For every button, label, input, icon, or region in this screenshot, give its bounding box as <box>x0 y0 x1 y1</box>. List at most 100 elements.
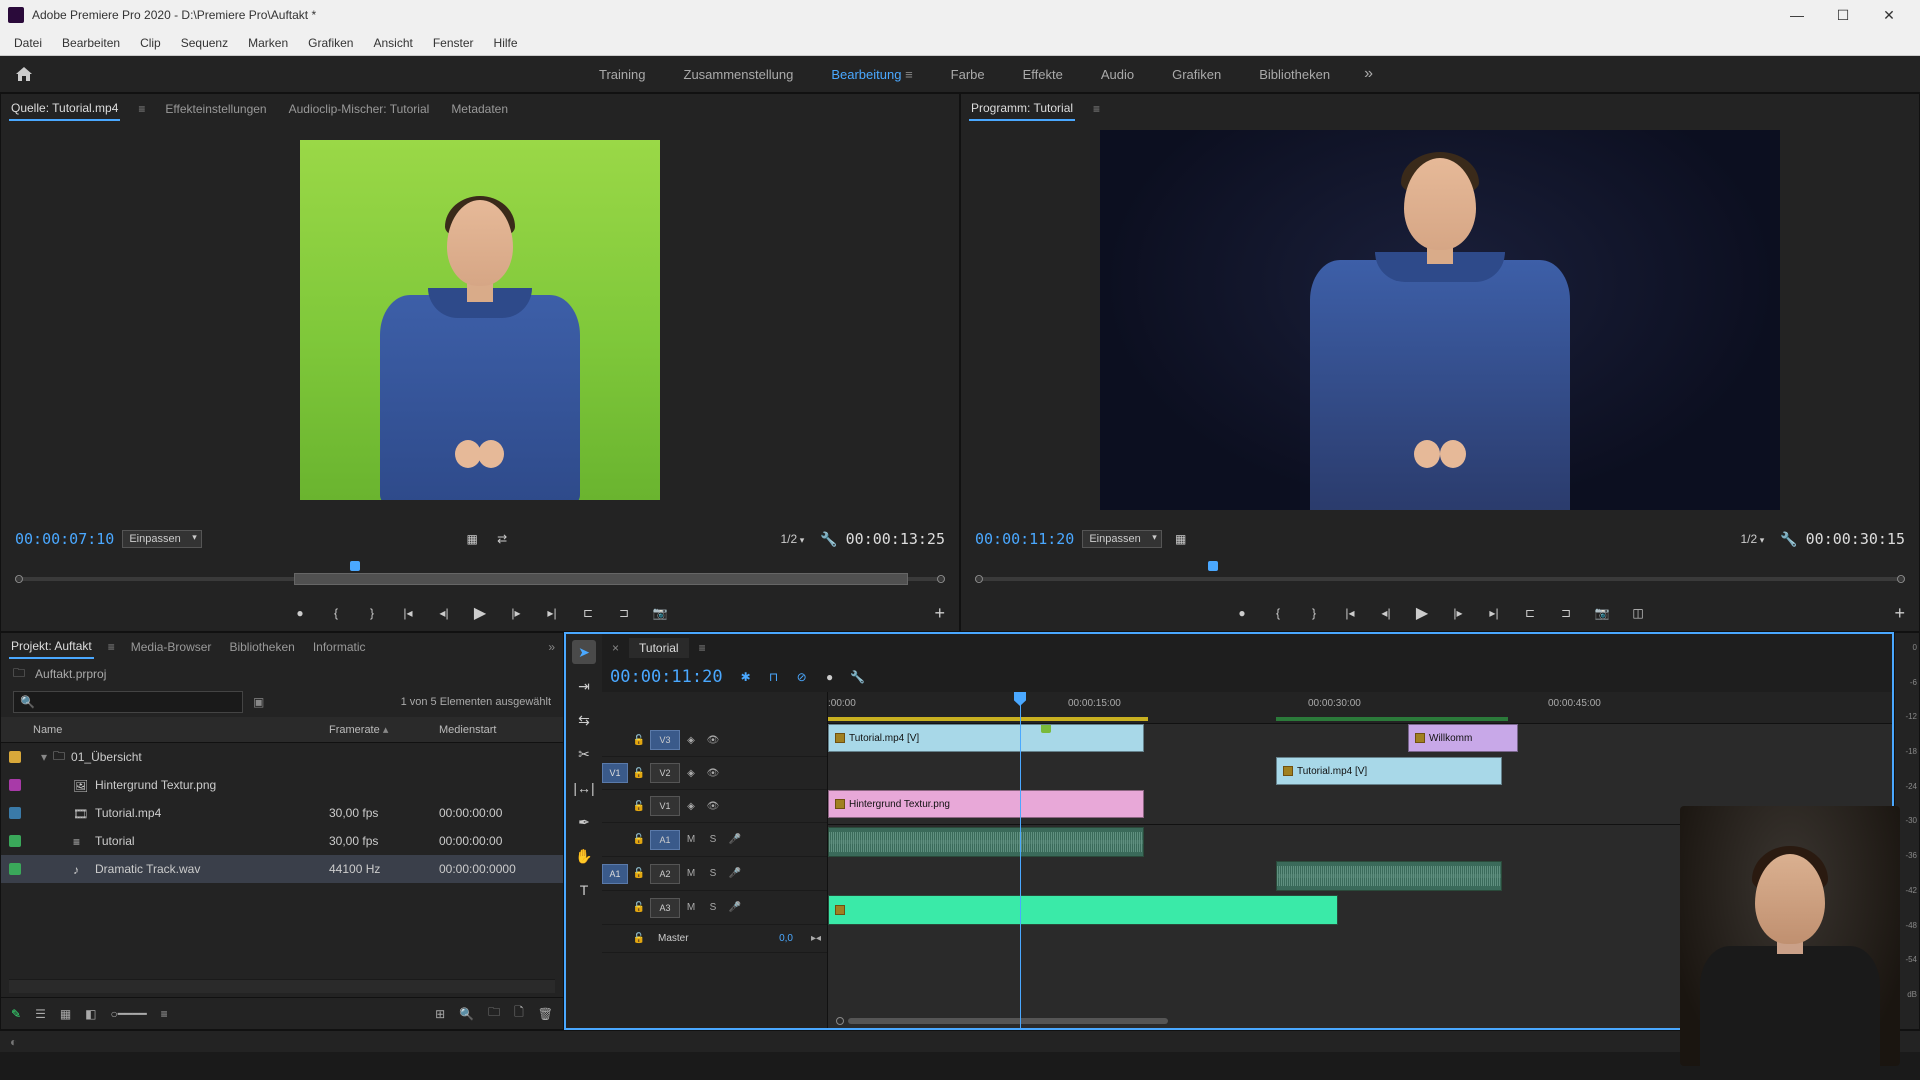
selection-tool[interactable]: ➤ <box>572 640 596 664</box>
automate-to-sequence-icon[interactable]: ⊞ <box>435 1007 445 1021</box>
audio-track-head-A1[interactable]: 🔓 A1 MS🎤 <box>602 823 827 857</box>
audio-clip[interactable] <box>828 827 1144 857</box>
ripple-edit-tool[interactable]: ⇆ <box>572 708 596 732</box>
video-clip[interactable]: Hintergrund Textur.png <box>828 790 1144 818</box>
list-view-icon[interactable]: ☰ <box>35 1007 46 1021</box>
program-tab[interactable]: Programm: Tutorial <box>969 97 1075 121</box>
type-tool[interactable]: T <box>572 878 596 902</box>
workspace-tab-audio[interactable]: Audio <box>1097 59 1138 90</box>
menu-ansicht[interactable]: Ansicht <box>363 32 422 54</box>
export-frame-button[interactable]: 📷 <box>649 602 671 624</box>
play-button[interactable]: ▶ <box>469 602 491 624</box>
go-to-out-button[interactable]: ▸| <box>1483 602 1505 624</box>
play-button[interactable]: ▶ <box>1411 602 1433 624</box>
source-wrench-icon[interactable]: 🔧 <box>820 531 837 548</box>
source-drag-icon[interactable]: ⇄ <box>491 528 513 550</box>
audio-track-head-A3[interactable]: 🔓 A3 MS🎤 <box>602 891 827 925</box>
info-tab[interactable]: Informatic <box>311 636 368 658</box>
libraries-tab[interactable]: Bibliotheken <box>227 636 296 658</box>
insert-button[interactable]: ⊏ <box>577 602 599 624</box>
window-minimize-button[interactable]: — <box>1774 0 1820 30</box>
project-item[interactable]: 🎞Tutorial.mp4 30,00 fps00:00:00:00 <box>1 799 563 827</box>
sort-icon[interactable]: ≡ <box>161 1007 168 1021</box>
menu-hilfe[interactable]: Hilfe <box>484 32 528 54</box>
col-name[interactable]: Name <box>33 724 329 736</box>
source-settings-icon[interactable]: ▦ <box>461 528 483 550</box>
program-resolution-dropdown[interactable]: 1/2 <box>1733 532 1773 546</box>
menu-fenster[interactable]: Fenster <box>423 32 484 54</box>
video-clip[interactable]: Tutorial.mp4 [V] <box>828 724 1144 752</box>
project-bin-row[interactable]: ▾🗀01_Übersicht <box>1 743 563 771</box>
export-frame-button[interactable]: 📷 <box>1591 602 1613 624</box>
overwrite-button[interactable]: ⊐ <box>613 602 635 624</box>
audio-track-head-A2[interactable]: A1 🔓 A2 MS🎤 <box>602 857 827 891</box>
icon-view-icon[interactable]: ▦ <box>60 1007 71 1021</box>
add-marker-icon[interactable]: ● <box>821 668 839 686</box>
col-framerate[interactable]: Framerate ▴ <box>329 723 439 736</box>
source-resolution-dropdown[interactable]: 1/2 <box>773 532 813 546</box>
playhead[interactable] <box>1020 692 1021 1028</box>
source-tab-1[interactable]: Effekteinstellungen <box>163 98 268 120</box>
window-close-button[interactable]: ✕ <box>1866 0 1912 30</box>
track-select-tool[interactable]: ⇥ <box>572 674 596 698</box>
button-editor-plus[interactable]: + <box>934 603 945 624</box>
workspace-tab-farbe[interactable]: Farbe <box>947 59 989 90</box>
clear-icon[interactable]: 🗑 <box>538 1007 553 1021</box>
hand-tool[interactable]: ✋ <box>572 844 596 868</box>
mark-in-button[interactable]: { <box>1267 602 1289 624</box>
menu-clip[interactable]: Clip <box>130 32 171 54</box>
add-marker-button[interactable]: ● <box>1231 602 1253 624</box>
project-search-input[interactable]: 🔍 <box>13 691 243 713</box>
timeline-settings-icon[interactable]: 🔧 <box>849 668 867 686</box>
menu-bearbeiten[interactable]: Bearbeiten <box>52 32 130 54</box>
master-track-head[interactable]: 🔓 Master 0,0 ▸◂ <box>602 925 827 953</box>
program-viewer[interactable] <box>961 124 1919 515</box>
find-icon[interactable]: 🔍 <box>459 1007 474 1021</box>
workspace-tab-bibliotheken[interactable]: Bibliotheken <box>1255 59 1334 90</box>
video-clip[interactable]: Tutorial.mp4 [V] <box>1276 757 1502 785</box>
insert-sequence-icon[interactable]: ✱ <box>737 668 755 686</box>
program-scrubber[interactable] <box>975 563 1905 591</box>
program-wrench-icon[interactable]: 🔧 <box>1780 531 1797 548</box>
step-forward-button[interactable]: |▸ <box>1447 602 1469 624</box>
pen-tool[interactable]: ✒ <box>572 810 596 834</box>
home-button[interactable] <box>10 62 38 86</box>
menu-sequenz[interactable]: Sequenz <box>171 32 238 54</box>
mark-in-button[interactable]: { <box>325 602 347 624</box>
timeline-timecode[interactable]: 00:00:11:20 <box>610 667 723 687</box>
freeform-view-icon[interactable]: ◧ <box>85 1007 96 1021</box>
comparison-view-button[interactable]: ◫ <box>1627 602 1649 624</box>
video-track-head-V3[interactable]: 🔓 V3 ◈👁 <box>602 724 827 757</box>
workspace-tab-bearbeitung[interactable]: Bearbeitung ≡ <box>827 59 916 90</box>
zoom-slider[interactable]: ○━━━━ <box>111 1007 147 1021</box>
razor-tool[interactable]: ✂ <box>572 742 596 766</box>
media-browser-tab[interactable]: Media-Browser <box>129 636 214 658</box>
source-tab-0[interactable]: Quelle: Tutorial.mp4 <box>9 97 120 121</box>
step-forward-button[interactable]: |▸ <box>505 602 527 624</box>
extract-button[interactable]: ⊐ <box>1555 602 1577 624</box>
window-maximize-button[interactable]: ☐ <box>1820 0 1866 30</box>
source-viewer[interactable] <box>1 124 959 515</box>
source-fit-dropdown[interactable]: Einpassen <box>122 530 201 548</box>
workspace-tab-effekte[interactable]: Effekte <box>1019 59 1067 90</box>
snap-icon[interactable]: ⊓ <box>765 668 783 686</box>
lift-button[interactable]: ⊏ <box>1519 602 1541 624</box>
menu-datei[interactable]: Datei <box>4 32 52 54</box>
workspace-tab-training[interactable]: Training <box>595 59 649 90</box>
video-track-head-V2[interactable]: V1 🔓 V2 ◈👁 <box>602 757 827 790</box>
audio-clip[interactable] <box>828 895 1338 925</box>
project-tab[interactable]: Projekt: Auftakt <box>9 635 94 659</box>
project-item[interactable]: ≡Tutorial 30,00 fps00:00:00:00 <box>1 827 563 855</box>
new-item-icon[interactable]: 🗋 <box>514 1003 524 1024</box>
workspace-tab-zusammenstellung[interactable]: Zusammenstellung <box>680 59 798 90</box>
source-scrubber[interactable] <box>15 563 945 591</box>
menu-marken[interactable]: Marken <box>238 32 298 54</box>
workspace-overflow-button[interactable]: » <box>1364 65 1373 83</box>
program-fit-dropdown[interactable]: Einpassen <box>1082 530 1161 548</box>
program-settings-icon[interactable]: ▦ <box>1170 528 1192 550</box>
mark-out-button[interactable]: } <box>361 602 383 624</box>
step-back-button[interactable]: ◂| <box>433 602 455 624</box>
project-item[interactable]: 🖼Hintergrund Textur.png <box>1 771 563 799</box>
go-to-out-button[interactable]: ▸| <box>541 602 563 624</box>
step-back-button[interactable]: ◂| <box>1375 602 1397 624</box>
